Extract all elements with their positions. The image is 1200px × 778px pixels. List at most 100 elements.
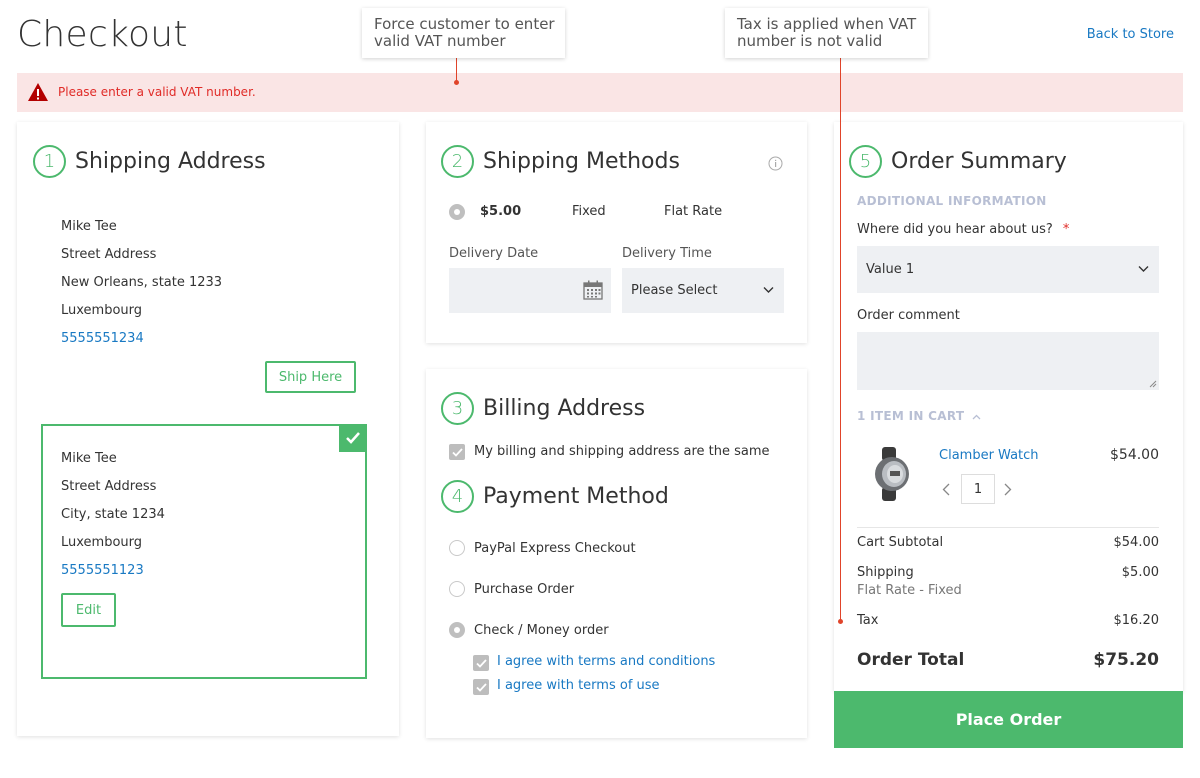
shipping-label: Shipping <box>857 565 914 580</box>
terms-of-use-checkbox[interactable] <box>473 679 489 695</box>
shipping-method-text: Flat Rate - Fixed <box>857 583 962 598</box>
back-to-store-link[interactable]: Back to Store <box>1087 27 1174 42</box>
check-icon <box>475 682 487 692</box>
delivery-time-value: Please Select <box>631 283 718 298</box>
check-icon <box>475 658 487 668</box>
billing-payment-panel: 3 Billing Address My billing and shippin… <box>426 369 807 738</box>
step-header: 5 Order Summary <box>849 145 1067 178</box>
hear-about-value: Value 1 <box>866 262 915 277</box>
callout-tax-applied: Tax is applied when VAT number is not va… <box>725 8 928 58</box>
address-country: Luxembourg <box>61 535 143 550</box>
terms-checkbox[interactable] <box>473 655 489 671</box>
callout-text: valid VAT number <box>374 32 506 50</box>
shipping-price: $5.00 <box>480 204 522 219</box>
section-title: Order Summary <box>891 149 1067 174</box>
address-street: Street Address <box>61 247 157 262</box>
shipping-method-radio[interactable] <box>449 204 465 220</box>
payment-option-label[interactable]: PayPal Express Checkout <box>474 541 636 556</box>
step-number: 5 <box>849 145 882 178</box>
checkmark-icon <box>339 424 367 452</box>
billing-same-checkbox[interactable] <box>449 444 465 460</box>
delivery-time-label: Delivery Time <box>622 246 712 261</box>
callout-text: number is not valid <box>737 32 883 50</box>
required-mark: * <box>1062 222 1070 237</box>
terms-conditions-link[interactable]: I agree with terms and conditions <box>497 654 715 669</box>
section-title: Shipping Address <box>75 149 266 174</box>
address-name: Mike Tee <box>61 451 117 466</box>
items-in-cart-toggle[interactable]: 1 ITEM IN CART <box>857 409 981 423</box>
subtotal-value: $54.00 <box>1113 535 1160 550</box>
hear-about-select[interactable]: Value 1 <box>857 246 1159 293</box>
hear-about-text: Where did you hear about us? <box>857 222 1053 237</box>
error-text: Please enter a valid VAT number. <box>58 85 256 99</box>
subtotal-label: Cart Subtotal <box>857 535 944 550</box>
edit-address-button[interactable]: Edit <box>61 593 116 627</box>
step-number: 2 <box>441 145 474 178</box>
chevron-up-icon <box>972 414 981 420</box>
address-city: City, state 1234 <box>61 507 165 522</box>
info-icon[interactable] <box>768 156 783 171</box>
step-number: 1 <box>33 145 66 178</box>
section-title: Payment Method <box>483 484 669 509</box>
tax-label: Tax <box>857 613 879 628</box>
product-image <box>875 447 909 501</box>
order-summary-panel: 5 Order Summary ADDITIONAL INFORMATION W… <box>834 122 1183 692</box>
step-number: 3 <box>441 392 474 425</box>
callout-pointer-line <box>840 58 841 621</box>
calendar-icon[interactable] <box>583 280 603 300</box>
delivery-date-label: Delivery Date <box>449 246 539 261</box>
address-street: Street Address <box>61 479 157 494</box>
payment-option-radio[interactable] <box>449 540 465 556</box>
address-name: Mike Tee <box>61 219 117 234</box>
shipping-methods-panel: 2 Shipping Methods $5.00 Fixed Flat Rate… <box>426 122 807 343</box>
chevron-down-icon <box>763 287 774 293</box>
step-number: 4 <box>441 480 474 513</box>
delivery-time-select[interactable]: Please Select <box>622 268 784 313</box>
callout-pointer-line <box>456 58 457 82</box>
warning-icon <box>28 83 48 101</box>
callout-text: Force customer to enter <box>374 15 555 33</box>
hear-about-label: Where did you hear about us? * <box>857 222 1069 237</box>
step-header: 4 Payment Method <box>441 480 669 513</box>
address-city: New Orleans, state 1233 <box>61 275 223 290</box>
step-header: 2 Shipping Methods <box>441 145 680 178</box>
tax-value: $16.20 <box>1113 613 1160 628</box>
qty-increase-icon[interactable] <box>1004 483 1012 496</box>
step-header: 3 Billing Address <box>441 392 645 425</box>
order-comment-textarea[interactable] <box>857 332 1159 390</box>
divider <box>857 527 1159 528</box>
place-order-button[interactable]: Place Order <box>834 691 1183 748</box>
shipping-address-panel: 1 Shipping Address Mike Tee Street Addre… <box>17 122 399 736</box>
callout-text: Tax is applied when VAT <box>737 15 917 33</box>
resize-handle-icon[interactable] <box>1149 380 1157 388</box>
callout-vat-force: Force customer to enter valid VAT number <box>362 8 565 58</box>
additional-info-heading: ADDITIONAL INFORMATION <box>857 194 1047 208</box>
page-title: Checkout <box>17 14 188 55</box>
shipping-carrier: Flat Rate <box>664 204 723 219</box>
address-phone[interactable]: 5555551234 <box>61 331 144 346</box>
terms-of-use-link[interactable]: I agree with terms of use <box>497 678 660 693</box>
shipping-type: Fixed <box>572 204 606 219</box>
order-comment-label: Order comment <box>857 308 960 323</box>
chevron-down-icon <box>1138 266 1149 272</box>
product-name-link[interactable]: Clamber Watch <box>939 448 1039 463</box>
check-icon <box>451 447 463 457</box>
payment-option-label[interactable]: Purchase Order <box>474 582 574 597</box>
order-total-value: $75.20 <box>1093 650 1159 670</box>
step-header: 1 Shipping Address <box>33 145 266 178</box>
product-price: $54.00 <box>1110 447 1159 463</box>
delivery-date-input[interactable] <box>449 268 611 313</box>
payment-option-radio[interactable] <box>449 622 465 638</box>
callout-pointer-dot <box>454 80 459 85</box>
ship-here-button[interactable]: Ship Here <box>265 361 356 393</box>
selected-address-card[interactable]: Mike Tee Street Address City, state 1234… <box>41 424 367 679</box>
section-title: Shipping Methods <box>483 149 680 174</box>
section-title: Billing Address <box>483 396 646 421</box>
payment-option-label[interactable]: Check / Money order <box>474 623 609 638</box>
payment-option-radio[interactable] <box>449 581 465 597</box>
qty-decrease-icon[interactable] <box>942 483 950 496</box>
address-phone[interactable]: 5555551123 <box>61 563 144 578</box>
qty-input[interactable]: 1 <box>961 474 995 504</box>
address-country: Luxembourg <box>61 303 143 318</box>
items-in-cart-label: 1 ITEM IN CART <box>857 409 965 423</box>
